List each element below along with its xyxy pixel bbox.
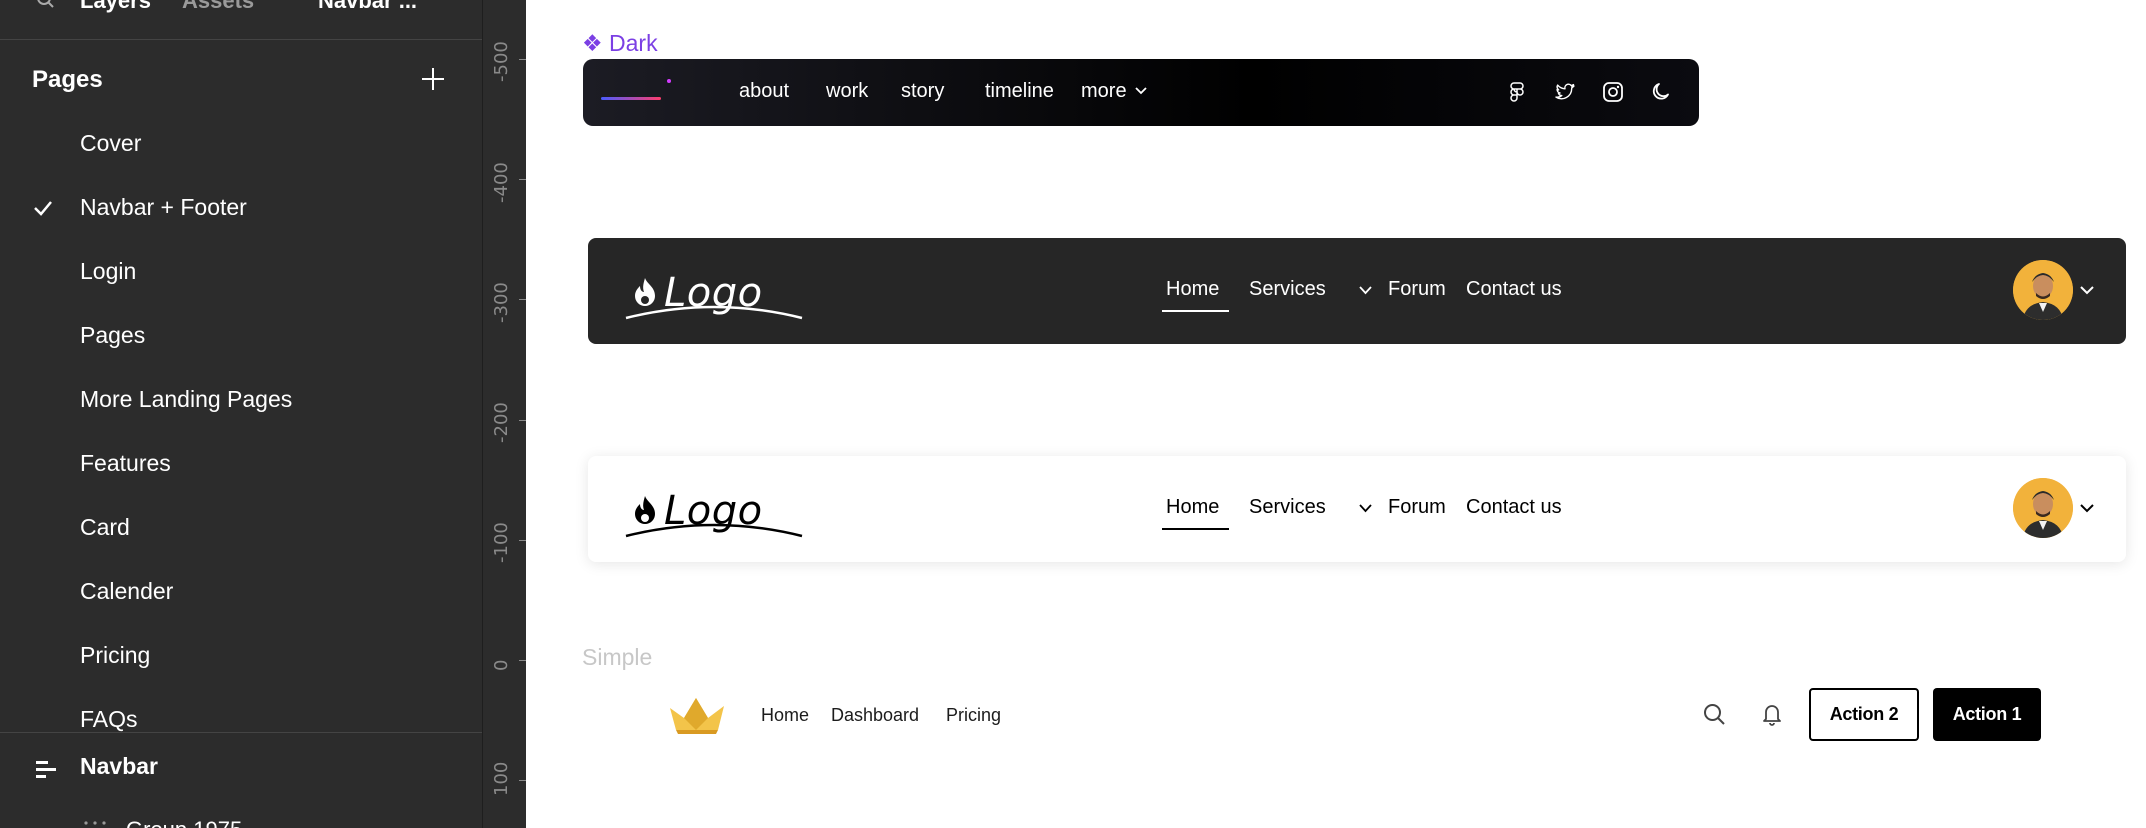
bell-icon[interactable] (1760, 701, 1784, 727)
tab-layers[interactable]: Layers (80, 0, 151, 14)
chevron-down-icon[interactable] (2080, 286, 2094, 295)
page-item-more-landing-pages[interactable]: More Landing Pages (0, 368, 482, 432)
search-icon[interactable] (36, 0, 54, 8)
logo-dot (667, 79, 671, 83)
page-item-label: More Landing Pages (80, 386, 293, 412)
left-sidebar: Layers Assets Navbar ... Pages Cover Nav… (0, 0, 482, 828)
page-item-pages[interactable]: Pages (0, 304, 482, 368)
page-item-label: Features (80, 450, 171, 476)
user-avatar-image (2013, 478, 2073, 538)
page-item-card[interactable]: Card (0, 496, 482, 560)
chevron-down-icon (1359, 504, 1372, 513)
nav-link-dashboard[interactable]: Dashboard (831, 705, 919, 726)
page-item-label: Cover (80, 130, 142, 156)
group-icon (84, 821, 106, 825)
page-item-calender[interactable]: Calender (0, 560, 482, 624)
layer-navbar[interactable]: Navbar (80, 753, 158, 780)
layer-group[interactable]: Group 1975 (126, 817, 242, 828)
page-item-login[interactable]: Login (0, 240, 482, 304)
logo-swoosh (625, 523, 803, 538)
moon-icon[interactable] (1650, 81, 1672, 103)
nav-link-home[interactable]: Home (1166, 496, 1219, 519)
nav-link-pricing[interactable]: Pricing (946, 705, 1001, 726)
page-item-label: Card (80, 514, 130, 540)
page-item-navbar-footer[interactable]: Navbar + Footer (0, 176, 482, 240)
avatar[interactable] (2013, 260, 2073, 320)
chevron-down-icon[interactable] (2080, 504, 2094, 513)
sidebar-tabs: Layers Assets Navbar ... (0, 0, 482, 40)
logo[interactable]: Logo (624, 262, 804, 324)
crown-logo-icon[interactable] (668, 694, 726, 734)
nav-link-contact[interactable]: Contact us (1466, 496, 1562, 519)
nav-link-about[interactable]: about (739, 80, 789, 103)
ruler-label: -300 (491, 282, 512, 323)
navbar-dark-gradient[interactable]: about work story timeline more (583, 59, 1699, 126)
ruler-label: 0 (491, 659, 512, 671)
nav-link-home[interactable]: Home (1166, 278, 1219, 301)
nav-link-forum[interactable]: Forum (1388, 496, 1446, 519)
layers-panel: Navbar Group 1975 (0, 732, 482, 828)
nav-link-home[interactable]: Home (761, 705, 809, 726)
nav-link-services[interactable]: Services (1249, 278, 1326, 301)
avatar[interactable] (2013, 478, 2073, 538)
active-indicator (1162, 528, 1229, 530)
page-item-label: FAQs (80, 706, 138, 732)
ruler-label: -100 (491, 522, 512, 563)
page-item-features[interactable]: Features (0, 432, 482, 496)
frame-title-simple[interactable]: Simple (582, 644, 652, 671)
page-item-label: Pages (80, 322, 146, 348)
ruler-label: 100 (491, 761, 512, 796)
tab-assets[interactable]: Assets (182, 0, 254, 14)
nav-link-services[interactable]: Services (1249, 496, 1326, 519)
page-selector[interactable]: Navbar ... (318, 0, 417, 14)
instagram-icon[interactable] (1602, 81, 1624, 103)
page-item-label: Pricing (80, 642, 151, 668)
nav-link-story[interactable]: story (901, 80, 944, 103)
pages-heading: Pages (32, 66, 103, 93)
add-page-button[interactable] (418, 64, 448, 94)
navbar-dark[interactable]: Logo Home Services Forum Contact us (588, 238, 2126, 344)
nav-link-contact[interactable]: Contact us (1466, 278, 1562, 301)
frame-title-dark[interactable]: ❖ Dark (582, 30, 658, 57)
search-icon[interactable] (1702, 702, 1726, 726)
active-indicator (1162, 310, 1229, 312)
design-canvas[interactable]: ❖ Dark about work story timeline more Lo… (526, 0, 2146, 828)
nav-link-forum[interactable]: Forum (1388, 278, 1446, 301)
nav-link-work[interactable]: work (826, 80, 868, 103)
ruler-label: -500 (491, 41, 512, 82)
chevron-down-icon (1135, 87, 1147, 95)
nav-link-more[interactable]: more (1081, 80, 1127, 103)
page-item-label: Navbar + Footer (80, 194, 247, 220)
figma-icon[interactable] (1506, 81, 1528, 103)
ruler-label: -200 (491, 402, 512, 443)
layout-icon (36, 761, 56, 778)
ruler-label: -400 (491, 162, 512, 203)
page-item-label: Calender (80, 578, 174, 604)
twitter-icon[interactable] (1554, 81, 1576, 103)
chevron-down-icon (1359, 286, 1372, 295)
page-item-label: Login (80, 258, 137, 284)
user-avatar-image (2013, 260, 2073, 320)
action-1-button[interactable]: Action 1 (1933, 688, 2041, 741)
nav-link-timeline[interactable]: timeline (985, 80, 1054, 103)
vertical-ruler: -500 -400 -300 -200 -100 0 100 (482, 0, 527, 828)
logo-swoosh (625, 305, 803, 320)
page-item-pricing[interactable]: Pricing (0, 624, 482, 688)
navbar-light[interactable]: Logo Home Services Forum Contact us (588, 456, 2126, 562)
logo-mark (601, 97, 661, 100)
checkmark-icon (34, 201, 52, 216)
logo[interactable]: Logo (624, 480, 804, 542)
page-item-cover[interactable]: Cover (0, 112, 482, 176)
action-2-button[interactable]: Action 2 (1809, 688, 1919, 741)
